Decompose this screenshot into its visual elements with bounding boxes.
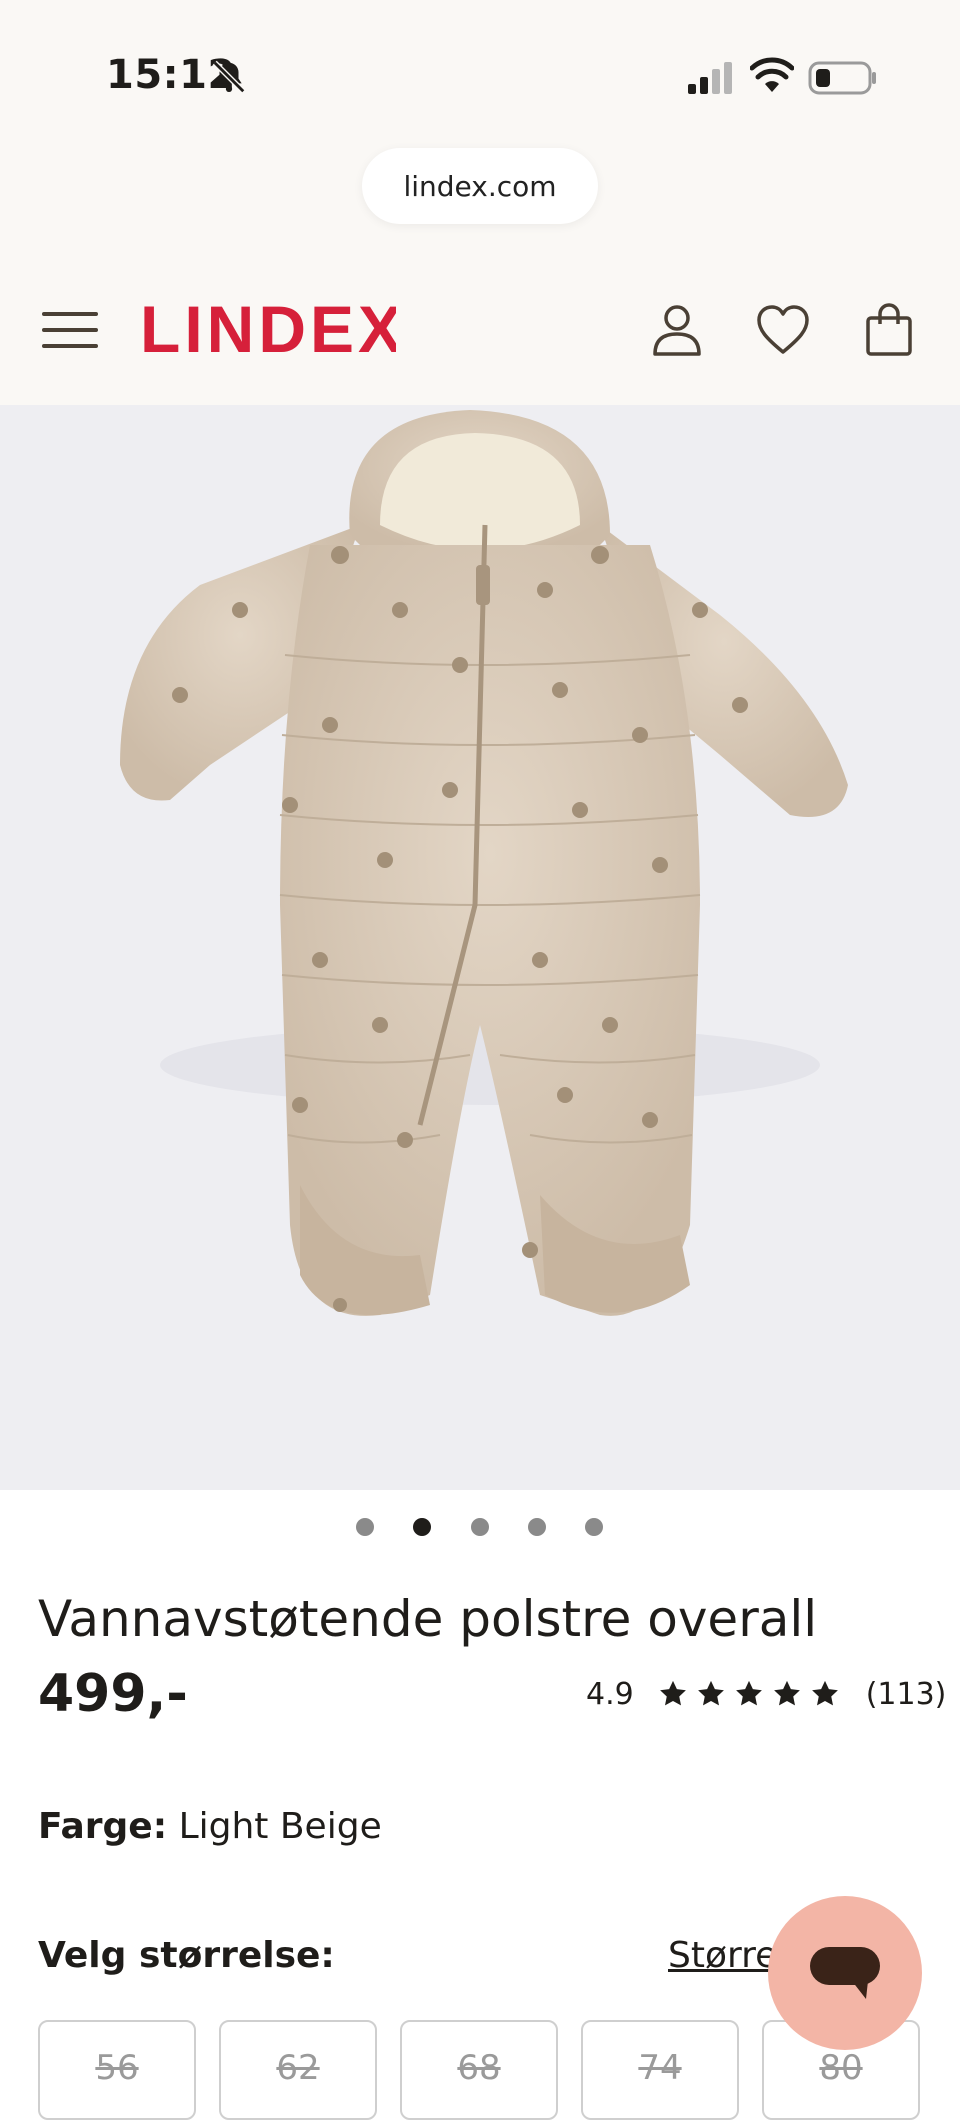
svg-text:LINDEX: LINDEX [140,292,396,364]
rating-count: (113) [865,1676,947,1712]
product-rating[interactable]: 4.9 (113) [586,1672,946,1716]
signal-icon [688,62,732,94]
size-option-68[interactable]: 68 [400,2020,558,2120]
product-price: 499,- [38,1664,188,1724]
star-icon [735,1680,762,1706]
brand-logo[interactable]: LINDEX [140,292,396,364]
menu-icon[interactable] [40,310,100,350]
battery-icon [808,61,876,95]
star-icon [811,1680,838,1706]
heart-icon[interactable] [756,302,810,358]
rating-score: 4.9 [586,1676,634,1712]
rating-stars [658,1679,848,1709]
size-label: Velg størrelse: [38,1935,335,1976]
gallery-dot[interactable] [528,1518,546,1536]
gallery-dot-active[interactable] [413,1518,431,1536]
gallery-dot[interactable] [585,1518,603,1536]
color-info: Farge: Light Beige [38,1806,382,1847]
product-image[interactable] [0,405,960,1490]
color-label: Farge: [38,1806,168,1847]
size-option-56[interactable]: 56 [38,2020,196,2120]
url-bar[interactable]: lindex.com [362,148,598,224]
bag-icon[interactable] [862,302,916,358]
size-option-62[interactable]: 62 [219,2020,377,2120]
color-value: Light Beige [178,1806,382,1847]
chat-button[interactable] [768,1896,922,2050]
account-icon[interactable] [650,302,704,358]
bell-slash-icon [212,60,246,94]
product-title: Vannavstøtende polstre overall [38,1590,818,1648]
star-icon [773,1680,800,1706]
wifi-icon [750,57,794,92]
star-icon [659,1680,686,1706]
size-option-74[interactable]: 74 [581,2020,739,2120]
chat-icon [810,1947,880,1999]
star-icon [697,1680,724,1706]
gallery-dot[interactable] [471,1518,489,1536]
snowsuit-illustration [120,410,848,1316]
gallery-pagination [0,1512,960,1542]
gallery-dot[interactable] [356,1518,374,1536]
